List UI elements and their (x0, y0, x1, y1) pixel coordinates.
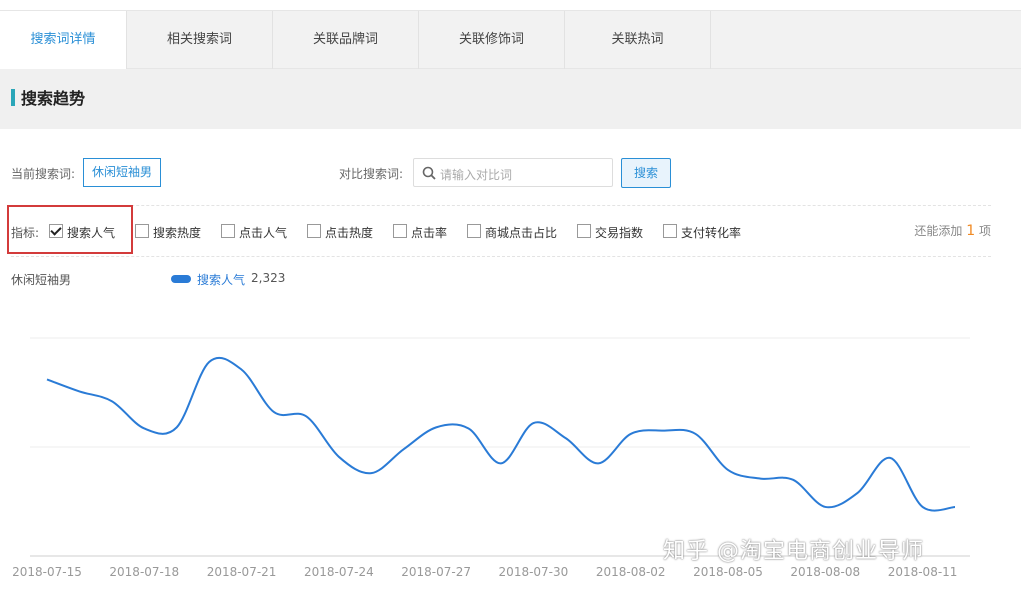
data-point[interactable] (466, 425, 472, 431)
metric-label-click-rate[interactable]: 点击率 (411, 224, 447, 241)
add-more-suffix: 项 (978, 224, 991, 238)
x-tick-label: 2018-07-30 (499, 565, 569, 579)
data-point[interactable] (271, 409, 277, 415)
checkbox-click-heat[interactable] (307, 224, 321, 238)
tab-related-brands[interactable]: 关联品牌词 (273, 11, 419, 69)
highlight-box (7, 205, 133, 254)
compare-keyword-placeholder: 请输入对比词 (440, 168, 513, 182)
x-tick-label: 2018-08-05 (693, 565, 763, 579)
data-point[interactable] (822, 504, 828, 510)
metric-label-pay-conversion[interactable]: 支付转化率 (681, 224, 741, 241)
data-point[interactable] (174, 424, 180, 430)
data-point[interactable] (563, 435, 569, 441)
x-tick-label: 2018-07-15 (12, 565, 82, 579)
search-icon (422, 166, 436, 180)
data-point[interactable] (628, 431, 634, 437)
checkbox-click-rate[interactable] (393, 224, 407, 238)
data-point[interactable] (595, 460, 601, 466)
x-tick-label: 2018-08-11 (888, 565, 958, 579)
legend-swatch[interactable] (171, 275, 191, 283)
metric-label-trade-index[interactable]: 交易指数 (595, 224, 643, 241)
data-point[interactable] (239, 367, 245, 373)
data-point[interactable] (303, 413, 309, 419)
divider (11, 256, 991, 257)
section-title: 搜索趋势 (21, 89, 86, 108)
data-point[interactable] (725, 467, 731, 473)
data-point[interactable] (757, 476, 763, 482)
checkbox-search-heat[interactable] (135, 224, 149, 238)
data-point[interactable] (498, 460, 504, 466)
data-point[interactable] (530, 420, 536, 426)
x-tick-label: 2018-08-02 (596, 565, 666, 579)
data-point[interactable] (336, 454, 342, 460)
metric-label-mall-click-share[interactable]: 商城点击占比 (485, 224, 557, 241)
checkbox-trade-index[interactable] (577, 224, 591, 238)
data-point[interactable] (401, 446, 407, 452)
x-tick-label: 2018-07-21 (207, 565, 277, 579)
tab-related-hot-words[interactable]: 关联热词 (565, 11, 711, 69)
data-point[interactable] (141, 425, 147, 431)
add-more-prefix: 还能添加 (914, 224, 963, 238)
x-tick-label: 2018-07-18 (109, 565, 179, 579)
checkbox-mall-click-share[interactable] (467, 224, 481, 238)
data-point[interactable] (920, 504, 926, 510)
legend-series-value: 2,323 (251, 271, 286, 285)
x-tick-label: 2018-08-08 (790, 565, 860, 579)
divider (11, 205, 991, 206)
section-header: 搜索趋势 (0, 69, 1021, 129)
metric-label-click-heat[interactable]: 点击热度 (325, 224, 373, 241)
tab-related-keywords[interactable]: 相关搜索词 (127, 11, 273, 69)
series-line-search-popularity[interactable] (46, 356, 956, 512)
metric-label-click-popularity[interactable]: 点击人气 (239, 224, 287, 241)
series-title: 休闲短袖男 (11, 273, 72, 287)
add-more-hint: 还能添加 1 项 (914, 222, 991, 239)
data-point[interactable] (433, 424, 439, 430)
data-point[interactable] (660, 428, 666, 434)
search-button[interactable]: 搜索 (621, 158, 671, 188)
add-more-count: 1 (966, 223, 976, 239)
current-keyword-label: 当前搜索词: (11, 167, 76, 181)
data-point[interactable] (44, 376, 50, 382)
section-accent-bar (11, 89, 15, 106)
current-keyword-tag[interactable]: 休闲短袖男 (83, 158, 161, 187)
compare-keyword-input[interactable]: 请输入对比词 (413, 158, 613, 187)
x-tick-label: 2018-07-27 (401, 565, 471, 579)
data-point[interactable] (368, 470, 374, 476)
x-tick-label: 2018-07-24 (304, 565, 374, 579)
checkbox-click-popularity[interactable] (221, 224, 235, 238)
metric-label-search-heat[interactable]: 搜索热度 (153, 224, 201, 241)
legend-series-name[interactable]: 搜索人气 (197, 271, 245, 288)
tab-keyword-detail[interactable]: 搜索词详情 (0, 11, 127, 70)
checkbox-pay-conversion[interactable] (663, 224, 677, 238)
data-point[interactable] (76, 388, 82, 394)
tab-related-modifiers[interactable]: 关联修饰词 (419, 11, 565, 69)
data-point[interactable] (206, 359, 212, 365)
data-point[interactable] (952, 504, 958, 510)
watermark: 知乎 @淘宝电商创业导师 (663, 539, 924, 564)
compare-keyword-label: 对比搜索词: (339, 167, 404, 181)
data-point[interactable] (855, 490, 861, 496)
data-point[interactable] (693, 431, 699, 437)
tab-bar: 搜索词详情 相关搜索词 关联品牌词 关联修饰词 关联热词 (0, 10, 1021, 70)
data-point[interactable] (790, 477, 796, 483)
data-point[interactable] (887, 455, 893, 461)
data-point[interactable] (109, 398, 115, 404)
